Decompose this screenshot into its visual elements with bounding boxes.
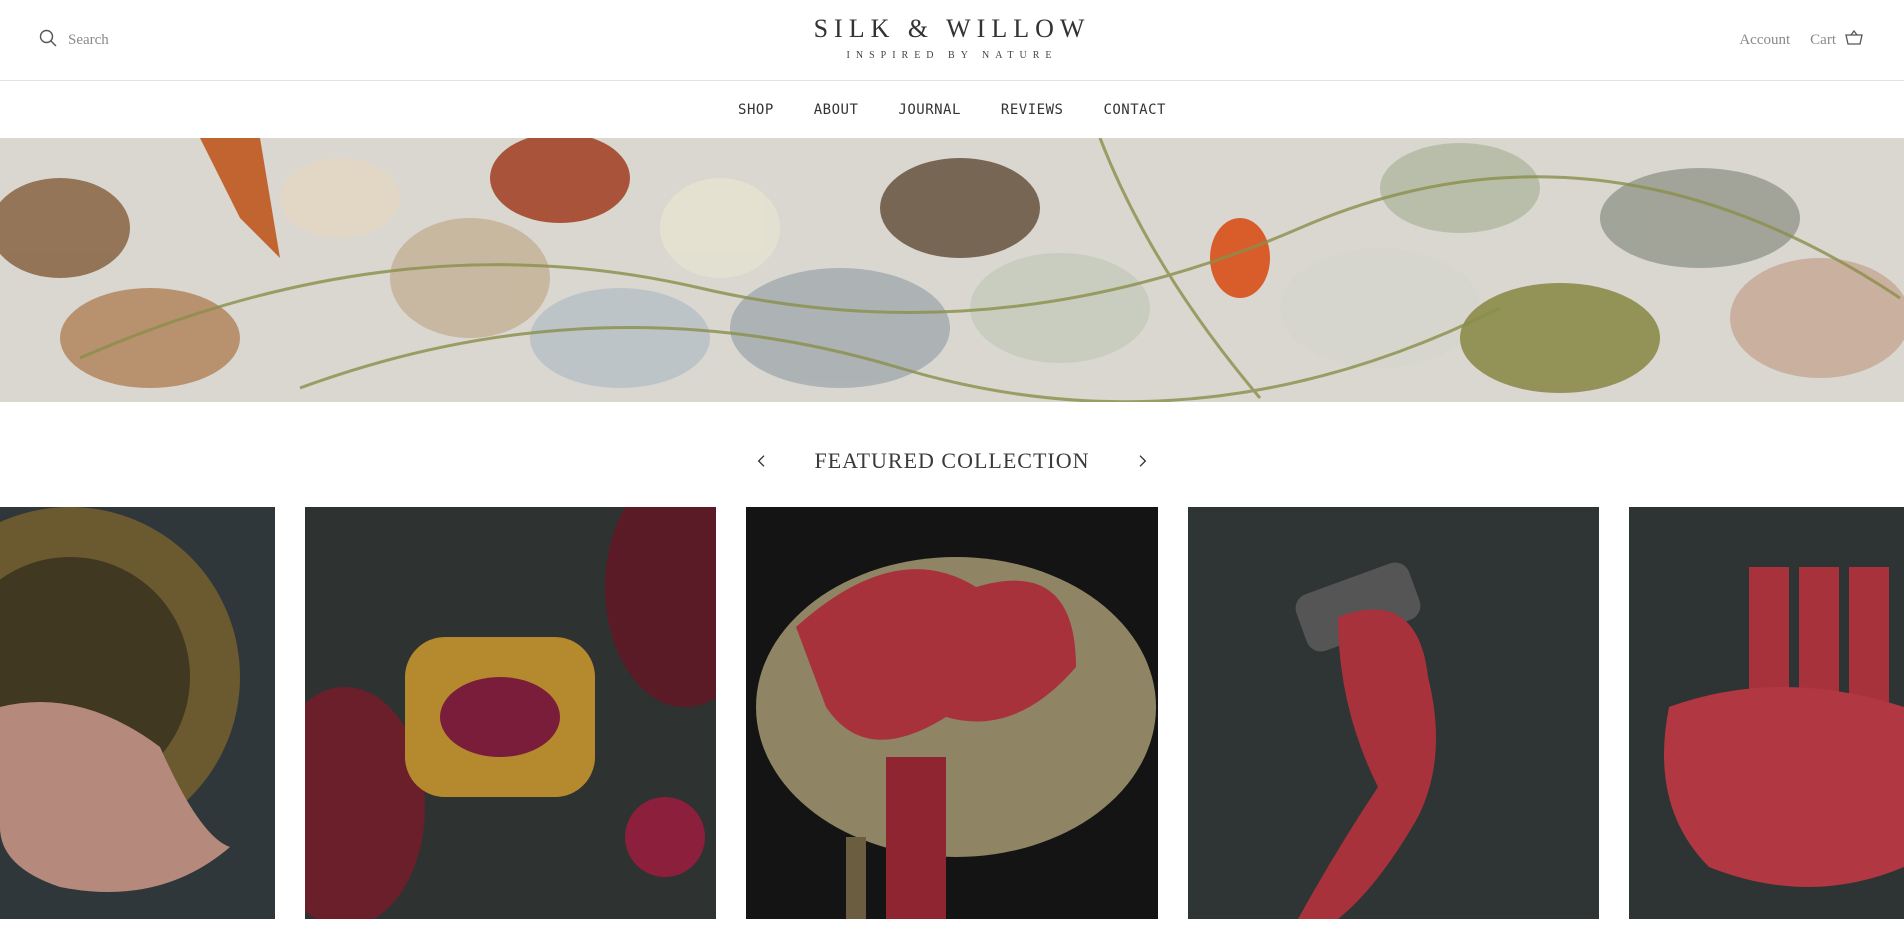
product-image-4[interactable]	[1188, 507, 1599, 919]
chevron-right-icon[interactable]	[1130, 449, 1154, 473]
logo-title: SILK & WILLOW	[813, 14, 1091, 43]
nav-item-about[interactable]: ABOUT	[814, 102, 859, 118]
featured-products-carousel	[0, 507, 1904, 919]
nav-item-journal[interactable]: JOURNAL	[898, 102, 961, 118]
product-image-2[interactable]	[305, 507, 716, 919]
site-logo[interactable]: SILK & WILLOW INSPIRED BY NATURE	[0, 14, 1904, 61]
main-nav: SHOP ABOUT JOURNAL REVIEWS CONTACT	[0, 82, 1904, 138]
account-cart-group: Account Cart	[1739, 28, 1864, 53]
nav-item-contact[interactable]: CONTACT	[1103, 102, 1166, 118]
product-image-3[interactable]	[746, 507, 1158, 919]
basket-icon	[1844, 28, 1864, 53]
featured-collection-header: FEATURED COLLECTION	[0, 448, 1904, 474]
account-link[interactable]: Account	[1739, 32, 1790, 49]
product-image-5[interactable]	[1629, 507, 1904, 919]
cart-link[interactable]: Cart	[1810, 28, 1864, 53]
nav-item-shop[interactable]: SHOP	[738, 102, 774, 118]
logo-tagline: INSPIRED BY NATURE	[846, 50, 1058, 61]
chevron-left-icon[interactable]	[750, 449, 774, 473]
cart-label: Cart	[1810, 32, 1836, 48]
hero-banner-image	[0, 138, 1904, 402]
nav-item-reviews[interactable]: REVIEWS	[1001, 102, 1064, 118]
site-header: Search SILK & WILLOW INSPIRED BY NATURE …	[0, 0, 1904, 81]
featured-collection-title: FEATURED COLLECTION	[814, 448, 1090, 473]
product-image-1[interactable]	[0, 507, 275, 919]
